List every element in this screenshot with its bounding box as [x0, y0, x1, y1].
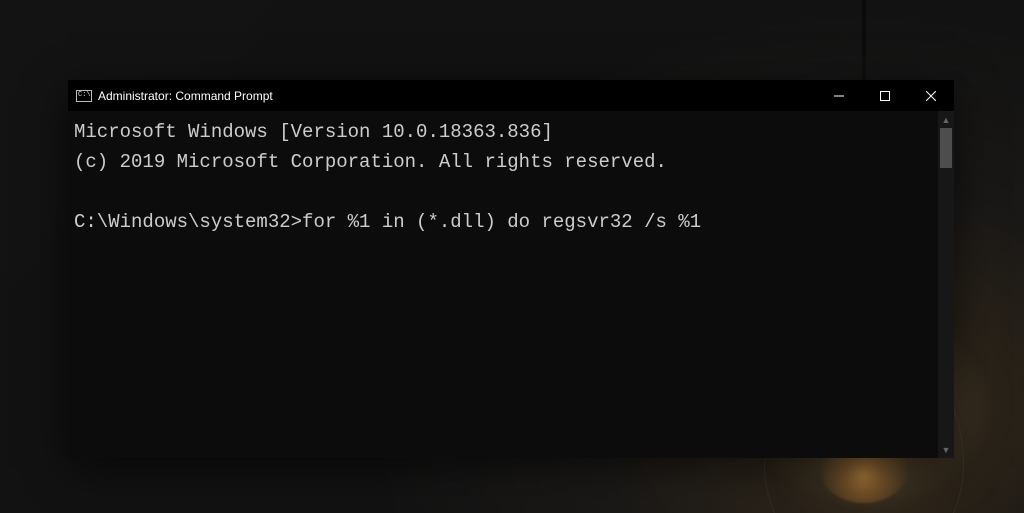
client-area: Microsoft Windows [Version 10.0.18363.83…: [68, 111, 954, 458]
close-button[interactable]: [908, 80, 954, 111]
cmd-icon: C:\: [76, 88, 92, 104]
close-icon: [926, 91, 936, 101]
scrollbar-track[interactable]: [938, 128, 954, 441]
scrollbar-thumb[interactable]: [940, 128, 952, 168]
minimize-icon: [834, 91, 844, 101]
maximize-button[interactable]: [862, 80, 908, 111]
minimize-button[interactable]: [816, 80, 862, 111]
maximize-icon: [880, 91, 890, 101]
vertical-scrollbar[interactable]: ▲ ▼: [938, 111, 954, 458]
window-title: Administrator: Command Prompt: [98, 89, 273, 103]
command-prompt-window: C:\ Administrator: Command Prompt Micros…: [68, 80, 954, 458]
scrollbar-down-arrow-icon[interactable]: ▼: [938, 441, 954, 458]
titlebar[interactable]: C:\ Administrator: Command Prompt: [68, 80, 954, 111]
terminal-output[interactable]: Microsoft Windows [Version 10.0.18363.83…: [68, 111, 938, 458]
scrollbar-up-arrow-icon[interactable]: ▲: [938, 111, 954, 128]
